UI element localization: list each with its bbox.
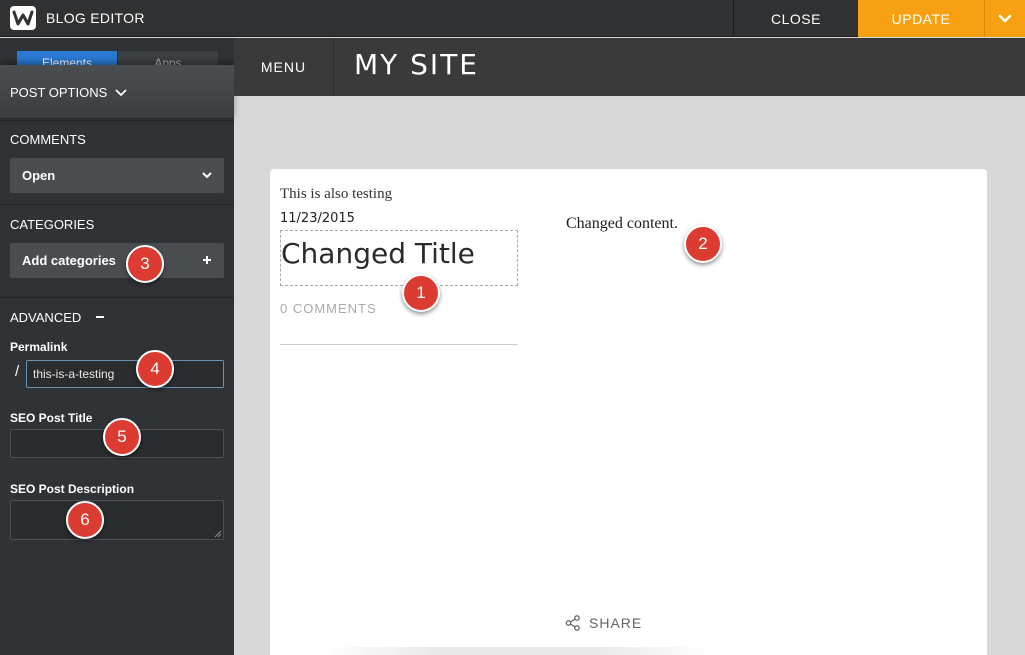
seo-description-input[interactable] bbox=[10, 500, 224, 540]
site-title[interactable]: MY SITE bbox=[354, 48, 479, 81]
close-button[interactable]: CLOSE bbox=[733, 0, 858, 37]
marker-4: 4 bbox=[136, 350, 174, 388]
share-label: SHARE bbox=[589, 615, 643, 631]
section-divider bbox=[0, 204, 234, 205]
permalink-prefix: / bbox=[15, 363, 20, 380]
site-header: MENU MY SITE bbox=[234, 38, 1025, 96]
update-button[interactable]: UPDATE bbox=[858, 0, 984, 37]
site-menu-link[interactable]: MENU bbox=[234, 38, 334, 96]
app-title: BLOG EDITOR bbox=[46, 10, 145, 26]
marker-2: 2 bbox=[684, 225, 722, 263]
post-content[interactable]: Changed content. bbox=[566, 215, 678, 233]
comments-select[interactable]: Open bbox=[10, 158, 224, 193]
comments-count-link[interactable]: 0 COMMENTS bbox=[280, 301, 377, 316]
chevron-down-icon bbox=[998, 14, 1012, 23]
seo-description-label: SEO Post Description bbox=[10, 482, 135, 496]
post-options-label: POST OPTIONS bbox=[10, 85, 127, 100]
seo-title-label: SEO Post Title bbox=[10, 411, 93, 425]
categories-label: CATEGORIES bbox=[10, 217, 95, 232]
blog-post-card: This is also testing 11/23/2015 Changed … bbox=[270, 169, 987, 655]
weebly-logo-icon bbox=[10, 6, 36, 30]
post-options-toggle[interactable]: POST OPTIONS bbox=[0, 65, 234, 119]
permalink-input[interactable] bbox=[26, 360, 224, 388]
marker-1: 1 bbox=[402, 274, 440, 312]
marker-3: 3 bbox=[126, 245, 164, 283]
update-options-button[interactable] bbox=[984, 0, 1025, 37]
post-divider bbox=[280, 344, 518, 345]
section-divider bbox=[0, 120, 234, 121]
share-button[interactable]: SHARE bbox=[565, 615, 642, 631]
post-date: 11/23/2015 bbox=[280, 211, 355, 226]
comments-label: COMMENTS bbox=[10, 132, 86, 147]
share-icon bbox=[565, 615, 580, 631]
advanced-label: ADVANCED bbox=[10, 310, 82, 325]
sidebar: Elements Apps POST OPTIONS COMMENTS Open… bbox=[0, 38, 234, 655]
plus-icon bbox=[203, 256, 211, 264]
section-divider bbox=[0, 297, 234, 298]
minus-icon bbox=[95, 316, 104, 318]
editor-topbar: BLOG EDITOR CLOSE UPDATE bbox=[0, 0, 1025, 37]
post-title-box[interactable]: Changed Title bbox=[280, 230, 518, 286]
permalink-label: Permalink bbox=[10, 340, 68, 354]
comments-select-value: Open bbox=[22, 168, 56, 183]
advanced-toggle[interactable]: ADVANCED bbox=[10, 310, 105, 325]
card-footer-shadow bbox=[322, 647, 712, 655]
add-categories-button[interactable]: Add categories bbox=[10, 243, 224, 278]
post-title[interactable]: Changed Title bbox=[281, 237, 475, 270]
resize-grip-icon[interactable] bbox=[214, 530, 222, 538]
chevron-down-icon bbox=[202, 172, 212, 179]
marker-6: 6 bbox=[66, 501, 104, 539]
marker-5: 5 bbox=[103, 418, 141, 456]
add-categories-label: Add categories bbox=[22, 253, 116, 268]
chevron-down-icon bbox=[115, 89, 127, 97]
post-category[interactable]: This is also testing bbox=[280, 186, 392, 203]
